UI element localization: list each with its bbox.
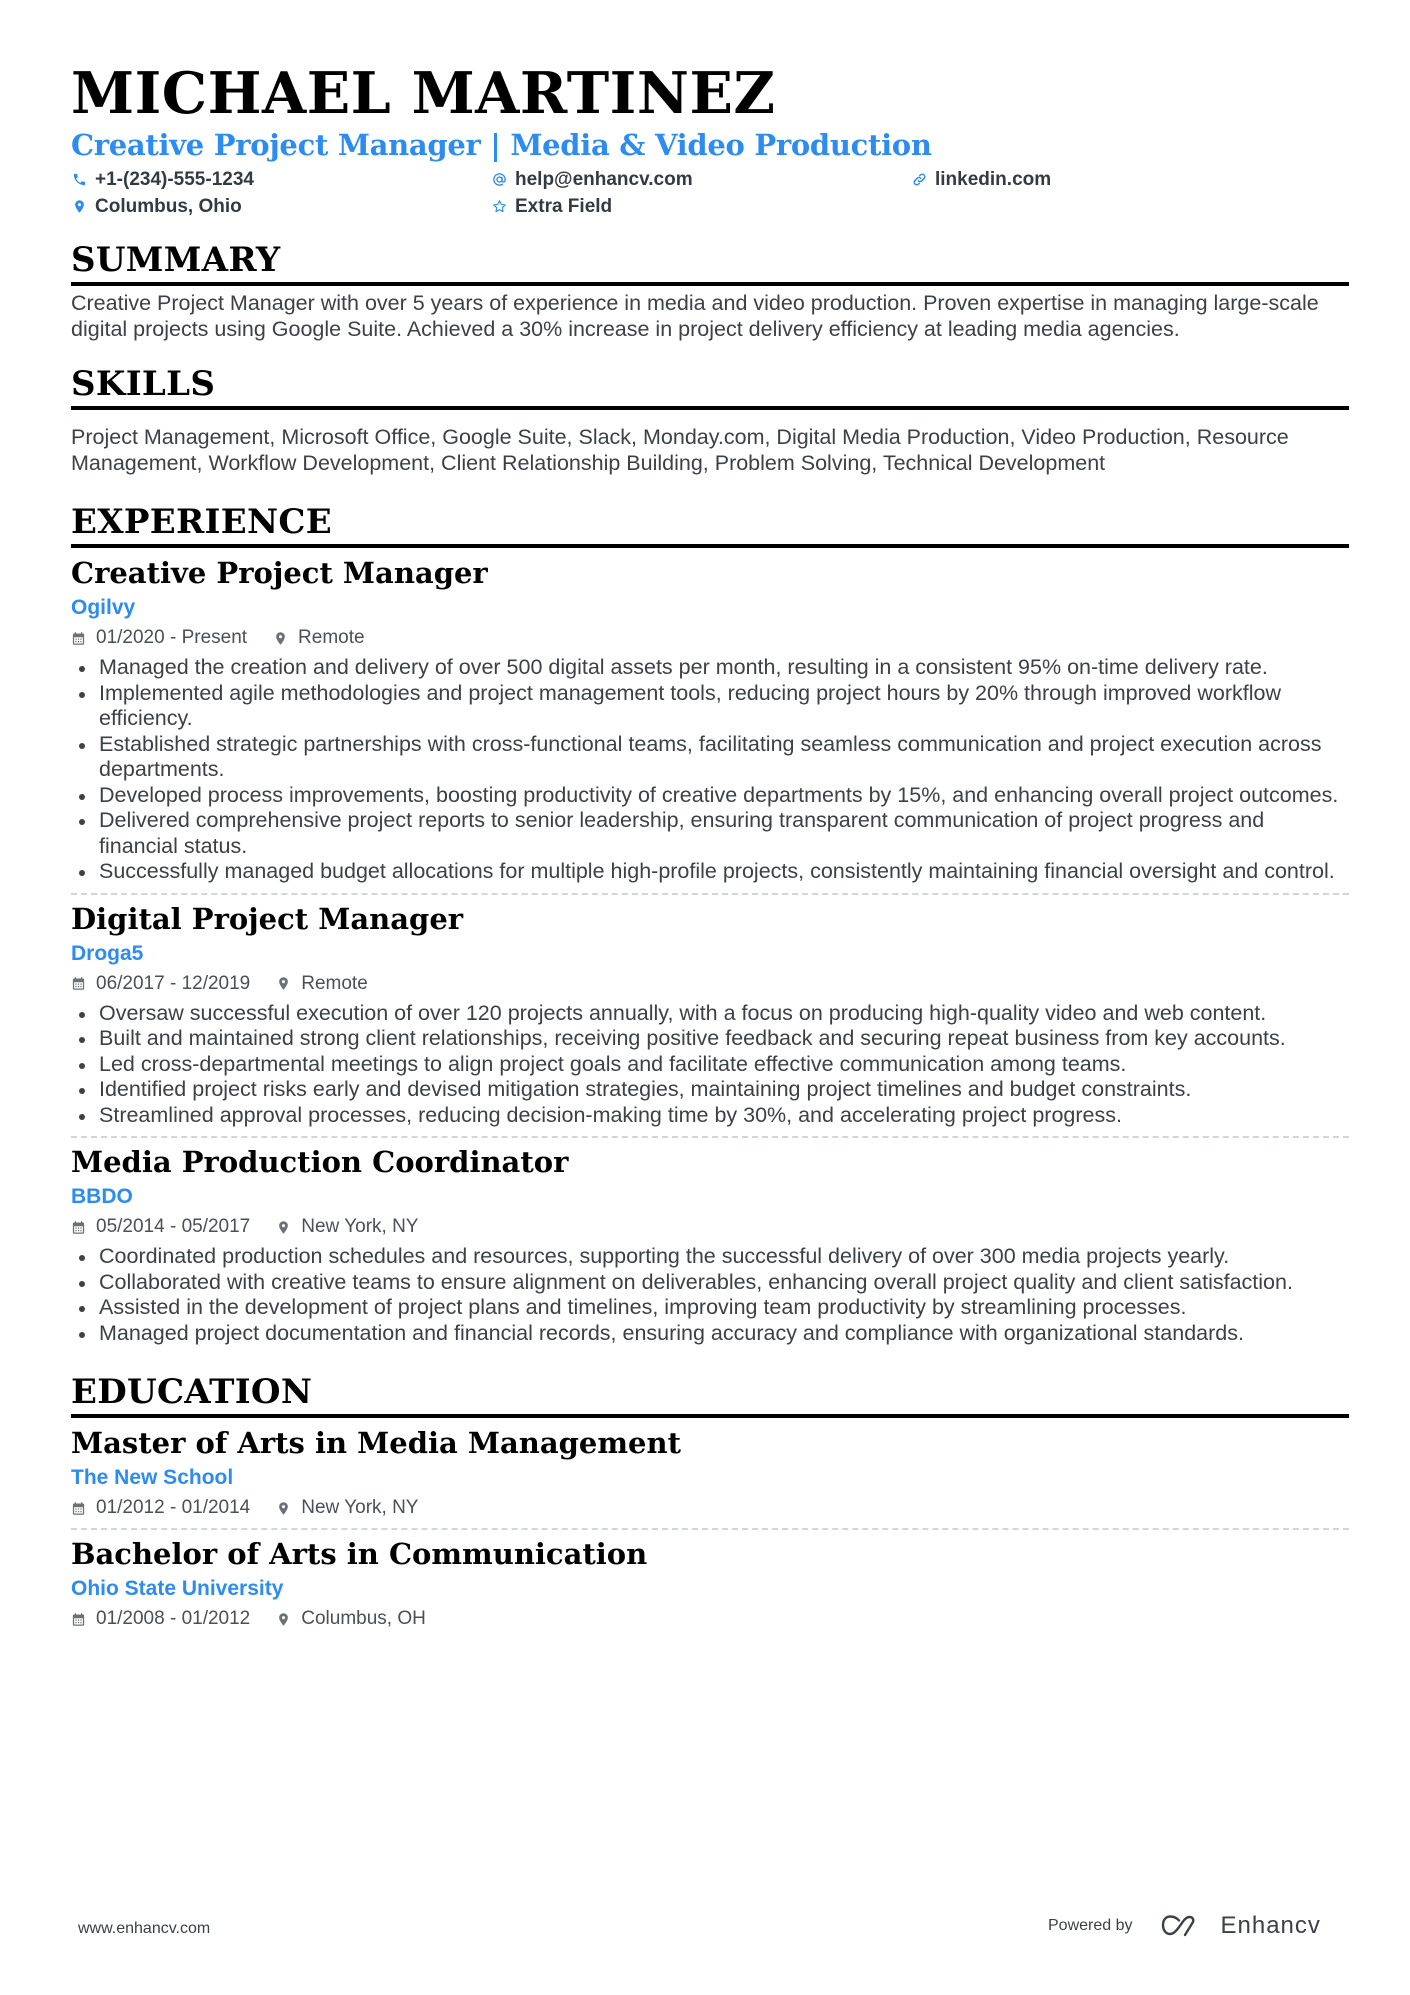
list-item: Collaborated with creative teams to ensu… bbox=[71, 1270, 1349, 1296]
list-item: Identified project risks early and devis… bbox=[71, 1077, 1349, 1103]
list-item: Successfully managed budget allocations … bbox=[71, 859, 1349, 885]
school-name: The New School bbox=[71, 1466, 234, 1489]
experience-entry: Media Production Coordinator BBDO 05/201… bbox=[71, 1145, 1349, 1346]
entry-dates: 05/2014 - 05/2017 bbox=[96, 1216, 251, 1237]
degree-title: Master of Arts in Media Management bbox=[71, 1426, 681, 1460]
section-divider bbox=[71, 282, 1349, 286]
list-item: Established strategic partnerships with … bbox=[71, 732, 1349, 783]
entry-meta: 05/2014 - 05/2017 New York, NY bbox=[71, 1215, 1349, 1239]
calendar-icon bbox=[72, 1501, 85, 1515]
company-name: Droga5 bbox=[71, 941, 144, 965]
school-name: Ohio State University bbox=[71, 1577, 284, 1600]
skills-section: SKILLS Project Management, Microsoft Off… bbox=[71, 364, 1349, 476]
entry-divider bbox=[71, 1136, 1349, 1138]
star-icon bbox=[491, 199, 507, 215]
entry-meta: 06/2017 - 12/2019 Remote bbox=[71, 972, 1349, 996]
entry-divider bbox=[71, 1528, 1349, 1530]
list-item: Developed process improvements, boosting… bbox=[71, 783, 1349, 809]
enhancv-logo-icon bbox=[1161, 1915, 1194, 1937]
list-item: Led cross-departmental meetings to align… bbox=[71, 1052, 1349, 1078]
list-item: Managed project documentation and financ… bbox=[71, 1321, 1349, 1347]
entry-location: New York, NY bbox=[301, 1497, 419, 1518]
entry-dates: 01/2012 - 01/2014 bbox=[96, 1497, 251, 1518]
link-icon bbox=[911, 172, 927, 188]
section-title-education: EDUCATION bbox=[71, 1372, 313, 1412]
entry-dates: 06/2017 - 12/2019 bbox=[96, 972, 251, 994]
entry-divider bbox=[71, 892, 1349, 895]
list-item: Implemented agile methodologies and proj… bbox=[71, 681, 1349, 732]
footer-website-link[interactable]: www.enhancv.com bbox=[78, 1920, 210, 1938]
entry-location: Remote bbox=[298, 627, 365, 648]
education-section: EDUCATION Master of Arts in Media Manage… bbox=[71, 1372, 1349, 1631]
calendar-icon bbox=[72, 1220, 85, 1234]
candidate-headline: Creative Project Manager | Media & Video… bbox=[71, 128, 932, 162]
entry-dates: 01/2020 - Present bbox=[96, 627, 248, 648]
contact-extra-field: Extra Field bbox=[491, 195, 911, 218]
experience-entry: Digital Project Manager Droga5 06/2017 -… bbox=[71, 902, 1349, 1129]
resume-page: MICHAEL MARTINEZ Creative Project Manage… bbox=[71, 62, 1349, 1631]
list-item: Oversaw successful execution of over 120… bbox=[71, 1001, 1349, 1027]
calendar-icon bbox=[72, 1612, 85, 1626]
contact-linkedin[interactable]: linkedin.com bbox=[911, 168, 1211, 191]
contact-location: Columbus, Ohio bbox=[71, 195, 491, 218]
job-title: Media Production Coordinator bbox=[71, 1145, 569, 1179]
experience-section: EXPERIENCE Creative Project Manager Ogil… bbox=[71, 502, 1349, 1346]
achievement-list: Managed the creation and delivery of ove… bbox=[71, 655, 1349, 885]
at-icon bbox=[491, 172, 507, 188]
section-title-skills: SKILLS bbox=[71, 364, 216, 404]
location-pin-icon bbox=[279, 977, 289, 990]
list-item: Coordinated production schedules and res… bbox=[71, 1244, 1349, 1270]
location-pin-icon bbox=[71, 199, 87, 215]
section-title-summary: SUMMARY bbox=[71, 240, 281, 280]
entry-location: Remote bbox=[301, 972, 368, 994]
summary-section: SUMMARY Creative Project Manager with ov… bbox=[71, 240, 1349, 342]
phone-icon bbox=[71, 172, 87, 188]
candidate-name: MICHAEL MARTINEZ bbox=[71, 60, 776, 127]
entry-location: New York, NY bbox=[301, 1216, 419, 1237]
entry-location: Columbus, OH bbox=[301, 1608, 426, 1629]
location-pin-icon bbox=[276, 631, 285, 645]
skills-text: Project Management, Microsoft Office, Go… bbox=[71, 425, 1289, 475]
education-entry: Master of Arts in Media Management The N… bbox=[71, 1426, 1349, 1520]
list-item: Delivered comprehensive project reports … bbox=[71, 808, 1349, 859]
degree-title: Bachelor of Arts in Communication bbox=[71, 1537, 648, 1571]
summary-text: Creative Project Manager with over 5 yea… bbox=[71, 291, 1319, 341]
contact-phone[interactable]: +1-(234)-555-1234 bbox=[71, 168, 491, 191]
entry-meta: 01/2008 - 01/2012 Columbus, OH bbox=[71, 1607, 1349, 1631]
location-pin-icon bbox=[279, 1220, 289, 1234]
calendar-icon bbox=[72, 977, 85, 990]
list-item: Managed the creation and delivery of ove… bbox=[71, 655, 1349, 681]
list-item: Streamlined approval processes, reducing… bbox=[71, 1103, 1349, 1129]
section-divider bbox=[71, 406, 1349, 410]
achievement-list: Oversaw successful execution of over 120… bbox=[71, 1001, 1349, 1129]
enhancv-brand-name: Enhancv bbox=[1220, 1912, 1321, 1939]
location-pin-icon bbox=[279, 1612, 289, 1626]
company-name: Ogilvy bbox=[71, 596, 136, 619]
footer-branding[interactable]: Powered by Enhancv bbox=[1048, 1912, 1321, 1940]
section-divider bbox=[71, 1414, 1349, 1418]
contact-email[interactable]: help@enhancv.com bbox=[491, 168, 911, 191]
entry-meta: 01/2020 - Present Remote bbox=[71, 626, 1349, 650]
location-pin-icon bbox=[279, 1501, 289, 1515]
job-title: Digital Project Manager bbox=[71, 901, 464, 936]
list-item: Built and maintained strong client relat… bbox=[71, 1026, 1349, 1052]
job-title: Creative Project Manager bbox=[71, 556, 488, 590]
education-entry: Bachelor of Arts in Communication Ohio S… bbox=[71, 1537, 1349, 1631]
powered-by-label: Powered by bbox=[1048, 1917, 1133, 1934]
entry-dates: 01/2008 - 01/2012 bbox=[96, 1608, 251, 1629]
achievement-list: Coordinated production schedules and res… bbox=[71, 1244, 1349, 1346]
section-divider bbox=[71, 544, 1349, 548]
calendar-icon bbox=[72, 631, 85, 645]
company-name: BBDO bbox=[71, 1185, 133, 1208]
section-title-experience: EXPERIENCE bbox=[71, 502, 332, 542]
list-item: Assisted in the development of project p… bbox=[71, 1295, 1349, 1321]
contact-info: +1-(234)-555-1234 help@enhancv.com linke… bbox=[71, 168, 1349, 218]
entry-meta: 01/2012 - 01/2014 New York, NY bbox=[71, 1496, 1349, 1520]
experience-entry: Creative Project Manager Ogilvy 01/2020 … bbox=[71, 556, 1349, 885]
